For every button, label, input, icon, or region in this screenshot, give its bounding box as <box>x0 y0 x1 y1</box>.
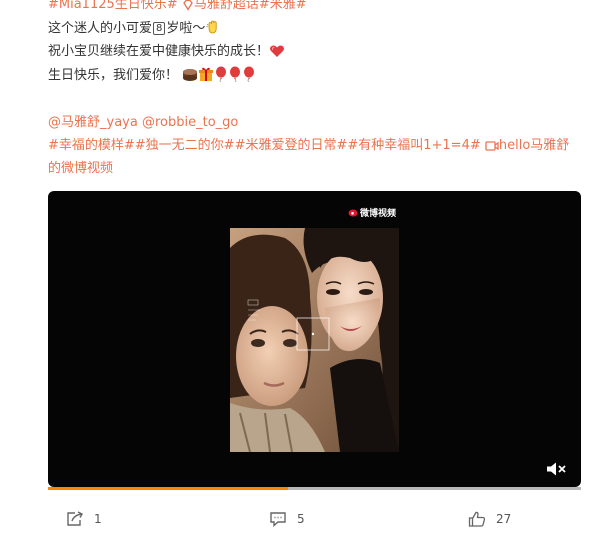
video-still-image <box>230 228 399 452</box>
post-text-line-3: 祝小宝贝继续在爱中健康快乐的成长！ <box>48 43 285 61</box>
mention-robbie[interactable]: @robbie_to_go <box>142 115 238 130</box>
post-text-b: 岁啦～ <box>166 21 206 36</box>
comment-count: 5 <box>297 512 305 526</box>
balloon-icon <box>230 66 241 82</box>
super-topic-link[interactable]: 马雅舒超话 <box>182 0 259 12</box>
weibo-video-watermark: 微博视频 <box>348 206 396 219</box>
balloon-icon <box>244 66 255 82</box>
video-progress-fill <box>48 487 288 490</box>
mentions-line: @马雅舒_yaya @robbie_to_go <box>48 114 238 132</box>
comment-button[interactable]: 5 <box>269 509 305 529</box>
mention-mayashu[interactable]: @马雅舒_yaya <box>48 115 138 130</box>
like-icon <box>468 511 486 527</box>
topic-tag-birthday[interactable]: #Mia1125生日快乐# <box>48 0 178 12</box>
video-frame <box>230 228 399 452</box>
video-player[interactable]: 微博视频 <box>48 191 581 487</box>
video-link-suffix[interactable]: 的微博视频 <box>48 161 113 176</box>
share-button[interactable]: 1 <box>66 509 102 529</box>
weibo-logo-icon <box>348 209 358 217</box>
video-link-label: hello马雅舒 <box>498 138 570 153</box>
super-topic-label: 马雅舒超话 <box>193 0 259 12</box>
mute-button[interactable] <box>545 461 567 477</box>
number-badge: 8 <box>153 22 166 35</box>
post-text-line-4: 生日快乐，我们爱你！ <box>48 66 256 85</box>
video-icon <box>485 141 499 151</box>
post-text-wish: 祝小宝贝继续在爱中健康快乐的成长！ <box>48 44 270 59</box>
post-text-line-2: 这个迷人的小可爱 8 岁啦～ <box>48 19 221 38</box>
comment-icon <box>270 512 286 527</box>
watermark-label: 微博视频 <box>360 209 397 219</box>
post-text-a: 这个迷人的小可爱 <box>48 21 153 36</box>
cake-icon <box>183 69 198 81</box>
balloon-icon <box>216 66 227 82</box>
weibo-post: #Mia1125生日快乐# 马雅舒超话#米雅# 这个迷人的小可爱 8 岁啦～ 祝小宝… <box>0 0 600 540</box>
waving-hand-icon <box>206 20 218 34</box>
topics-line: #幸福的模样##独一无二的你##米雅爱登的日常##有种幸福叫1+1=4# hel… <box>48 137 569 155</box>
diamond-icon <box>183 0 193 11</box>
heart-icon <box>270 45 285 57</box>
post-text-love: 生日快乐，我们爱你！ <box>48 68 179 83</box>
video-progress-bar[interactable] <box>48 487 581 490</box>
post-tags-line: #Mia1125生日快乐# 马雅舒超话#米雅# <box>48 0 307 14</box>
video-link-suffix-line: 的微博视频 <box>48 160 113 178</box>
topic-tag-name[interactable]: #米雅# <box>259 0 307 12</box>
like-button[interactable]: 27 <box>468 509 511 529</box>
gift-icon <box>199 67 214 81</box>
share-icon <box>67 511 83 526</box>
topic-tags[interactable]: #幸福的模样##独一无二的你##米雅爱登的日常##有种幸福叫1+1=4# <box>48 138 481 153</box>
mute-icon <box>547 462 566 476</box>
share-count: 1 <box>94 512 102 526</box>
like-count: 27 <box>496 512 512 526</box>
video-link[interactable]: hello马雅舒 <box>485 138 569 153</box>
